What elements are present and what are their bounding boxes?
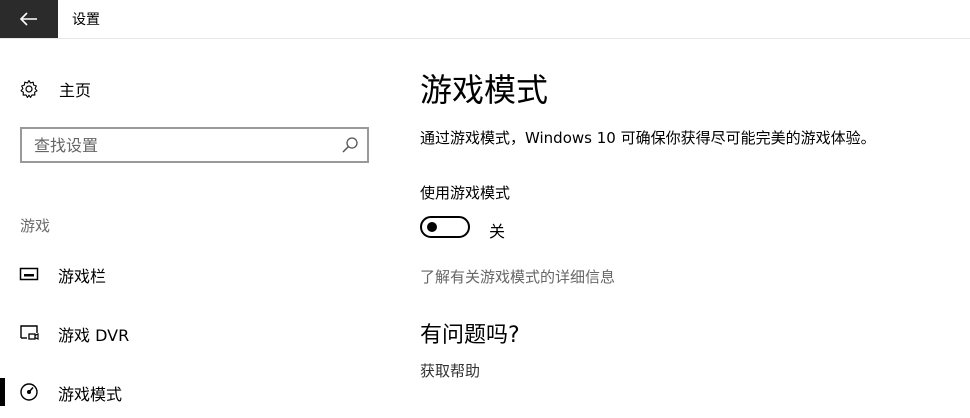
game-mode-icon: [18, 381, 40, 403]
toggle-knob: [427, 222, 437, 232]
sidebar-item-label: 游戏模式: [58, 385, 123, 404]
window-title: 设置: [72, 12, 100, 28]
game-dvr-icon: [18, 322, 40, 344]
page-description: 通过游戏模式，Windows 10 可确保你获得尽可能完美的游戏体验。: [420, 129, 876, 147]
sidebar-item-label: 游戏 DVR: [58, 326, 130, 345]
sidebar-home-label: 主页: [59, 81, 92, 100]
sidebar-item-label: 游戏栏: [58, 267, 107, 286]
back-button[interactable]: [0, 0, 58, 38]
get-help-link[interactable]: 获取帮助: [420, 360, 480, 381]
game-mode-toggle-label: 使用游戏模式: [420, 184, 511, 202]
sidebar-home[interactable]: 主页: [18, 76, 91, 102]
page-title: 游戏模式: [420, 71, 549, 109]
search-input[interactable]: [34, 129, 334, 161]
sidebar-item-game-bar[interactable]: 游戏栏: [0, 258, 390, 290]
game-bar-icon: [18, 263, 40, 285]
sidebar-section-label: 游戏: [20, 217, 51, 235]
sidebar-item-game-dvr[interactable]: 游戏 DVR: [0, 317, 390, 349]
question-heading: 有问题吗?: [420, 323, 520, 348]
arrow-left-icon: [20, 12, 37, 26]
toggle-state-text: 关: [489, 222, 506, 241]
selected-indicator: [0, 378, 5, 406]
game-mode-toggle[interactable]: [420, 216, 470, 238]
search-icon[interactable]: [341, 136, 359, 154]
sidebar-item-game-mode[interactable]: 游戏模式: [0, 376, 390, 408]
gear-icon: [18, 78, 40, 100]
title-bar: 设置: [0, 0, 970, 39]
learn-more-link[interactable]: 了解有关游戏模式的详细信息: [420, 266, 615, 287]
search-box[interactable]: [20, 127, 369, 163]
